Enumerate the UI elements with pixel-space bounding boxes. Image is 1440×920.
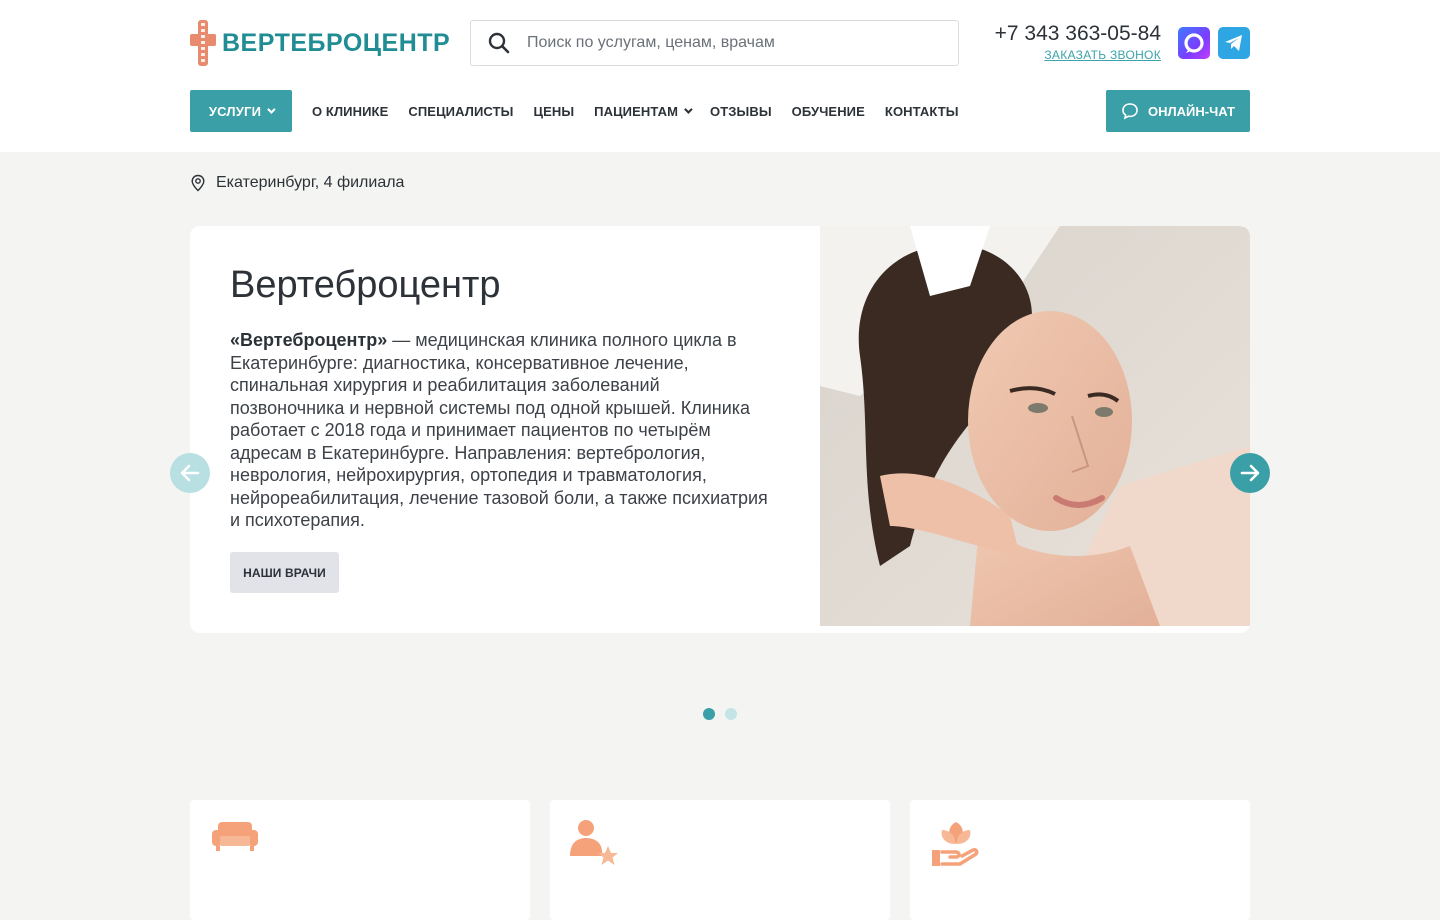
doctor-star-icon [570, 820, 618, 865]
slide-photo [820, 226, 1250, 626]
max-messenger-icon[interactable] [1178, 27, 1210, 59]
slider-pagination [703, 708, 747, 720]
main-nav: УСЛУГИ О КЛИНИКЕ СПЕЦИАЛИСТЫ ЦЕНЫ ПАЦИЕН… [190, 90, 959, 132]
phone-number[interactable]: +7 343 363-05-84 [979, 22, 1161, 46]
logo-text: ВЕРТЕБРОЦЕНТР [222, 28, 451, 57]
chevron-down-icon [267, 105, 276, 114]
hand-leaf-icon [932, 822, 979, 866]
feature-card-doctors[interactable] [550, 800, 890, 920]
arrow-right-icon [1240, 464, 1260, 482]
slider-dot-2[interactable] [725, 708, 737, 720]
nav-item-contacts[interactable]: КОНТАКТЫ [885, 104, 959, 119]
feature-card-treatment[interactable] [910, 800, 1250, 920]
search-icon[interactable] [471, 21, 527, 65]
slider-next-button[interactable] [1230, 453, 1270, 493]
location-text: Екатеринбург, 4 филиала [216, 174, 405, 191]
slide-title: Вертеброцентр [230, 264, 501, 306]
nav-services-button[interactable]: УСЛУГИ [190, 90, 292, 132]
slider-dot-1[interactable] [703, 708, 715, 720]
chevron-down-icon [684, 105, 693, 114]
hero-slide: Вертеброцентр «Вертеброцентр» — медицинс… [190, 226, 1250, 633]
site-header: ВЕРТЕБРОЦЕНТР +7 343 363-05-84 ЗАКАЗАТЬ … [0, 0, 1440, 152]
logo-cross-icon [190, 20, 216, 66]
arrow-left-icon [180, 464, 200, 482]
search-input[interactable] [527, 34, 947, 52]
our-doctors-button[interactable]: НАШИ ВРАЧИ [230, 552, 339, 593]
location-selector[interactable]: Екатеринбург, 4 филиала [190, 174, 404, 192]
callback-link[interactable]: ЗАКАЗАТЬ ЗВОНОК [979, 48, 1161, 62]
slide-lead-bold: «Вертеброцентр» [230, 330, 388, 350]
nav-item-specialists[interactable]: СПЕЦИАЛИСТЫ [408, 104, 513, 119]
online-chat-button[interactable]: ОНЛАЙН-ЧАТ [1106, 90, 1250, 132]
sofa-icon [212, 822, 258, 851]
search-box[interactable] [470, 20, 959, 66]
slider-prev-button[interactable] [170, 453, 210, 493]
feature-card-comfort[interactable] [190, 800, 530, 920]
nav-item-patients[interactable]: ПАЦИЕНТАМ [594, 104, 693, 119]
map-pin-icon [191, 174, 205, 192]
nav-item-reviews[interactable]: ОТЗЫВЫ [710, 104, 772, 119]
nav-item-prices[interactable]: ЦЕНЫ [533, 104, 574, 119]
chat-bubble-icon [1122, 103, 1138, 120]
slide-body-text: — медицинская клиника полного цикла в Ек… [230, 330, 768, 530]
nav-services-label: УСЛУГИ [208, 103, 262, 119]
nav-item-education[interactable]: ОБУЧЕНИЕ [792, 104, 865, 119]
telegram-icon[interactable] [1218, 27, 1250, 59]
slide-description: «Вертеброцентр» — медицинская клиника по… [230, 329, 775, 532]
online-chat-label: ОНЛАЙН-ЧАТ [1148, 103, 1235, 119]
nav-item-about[interactable]: О КЛИНИКЕ [312, 104, 388, 119]
logo[interactable]: ВЕРТЕБРОЦЕНТР [190, 20, 450, 66]
